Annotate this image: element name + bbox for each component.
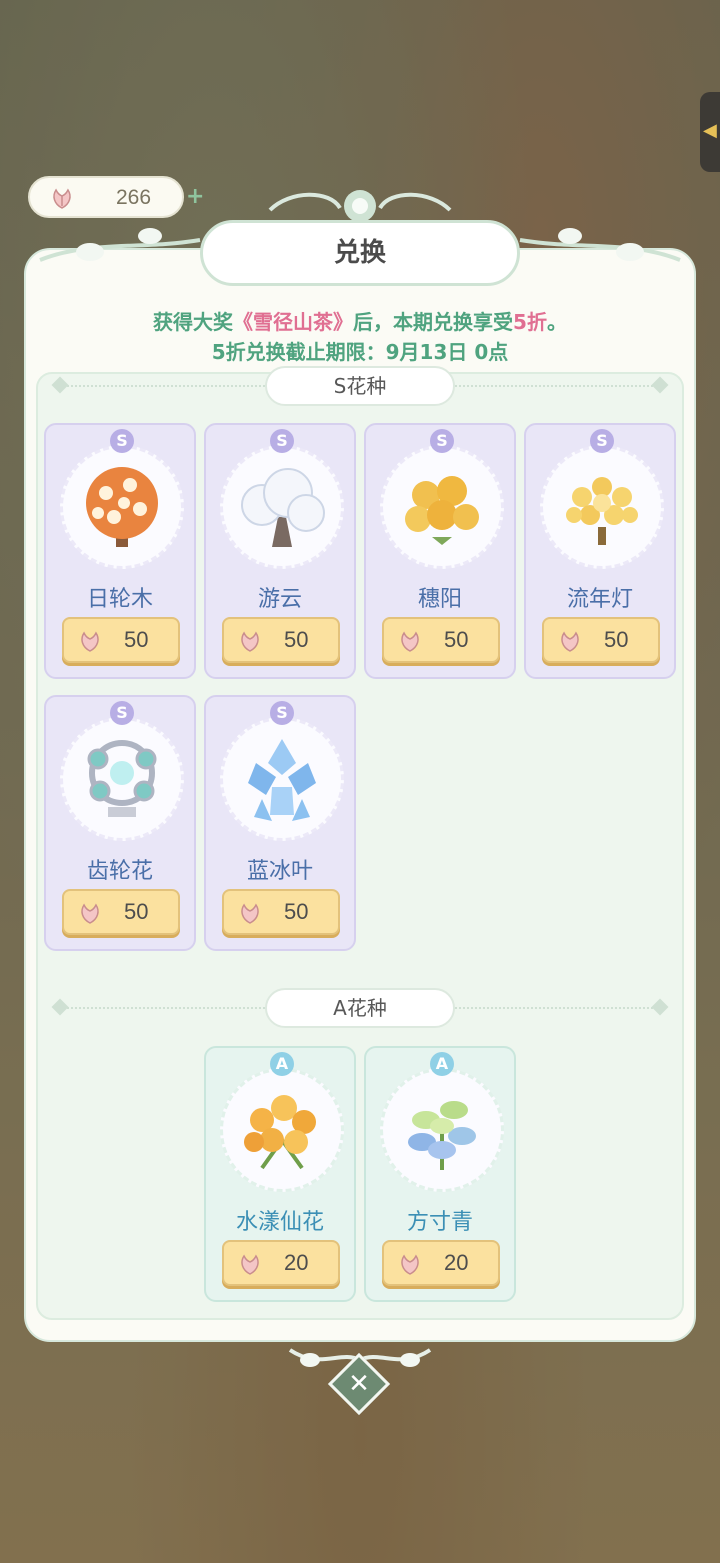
item-name: 方寸青: [406, 1210, 473, 1235]
divider-dot: [51, 376, 69, 394]
dialog-title-plaque: 兑换: [200, 220, 520, 286]
seed-card-chilunhua[interactable]: S 齿轮花 50: [44, 695, 196, 951]
flower-token-icon: [241, 903, 259, 924]
seed-card-suiyang[interactable]: S 穗阳 50: [364, 423, 516, 679]
flower-token-icon: [561, 631, 579, 652]
price-value: 50: [284, 899, 309, 924]
grade-badge: A: [430, 1052, 454, 1076]
notice-mid: 后，本期兑换享受: [353, 310, 514, 334]
price-button[interactable]: 50: [62, 617, 180, 663]
grade-badge: S: [110, 429, 134, 453]
price-button[interactable]: 50: [222, 617, 340, 663]
grade-badge: S: [590, 429, 614, 453]
daffodil-bush-icon: [244, 1095, 316, 1170]
divider-dot: [651, 376, 669, 394]
section-title-s: S花种: [265, 366, 455, 406]
seed-card-rilunmu[interactable]: S 日轮木 50: [44, 423, 196, 679]
notice-suffix: 。: [546, 310, 567, 334]
deadline-notice: 5折兑换截止期限：9月13日 0点: [211, 340, 509, 364]
section-header-a: A花种: [50, 988, 670, 1028]
gear-flower-icon: [87, 740, 157, 817]
price-button[interactable]: 50: [542, 617, 660, 663]
cloud-tree-icon: [241, 468, 325, 547]
price-value: 20: [444, 1250, 469, 1275]
section-header-s: S花种: [50, 366, 670, 406]
dialog-title: 兑换: [333, 238, 386, 268]
grade-badge: S: [110, 701, 134, 725]
flower-token-icon: [401, 1254, 419, 1275]
side-menu-arrow[interactable]: ◀: [700, 92, 720, 172]
grade-badge: S: [270, 429, 294, 453]
price-button[interactable]: 20: [382, 1240, 500, 1286]
flower-token-icon: [241, 631, 259, 652]
notice-discount: 5折: [513, 310, 547, 334]
item-name: 流年灯: [566, 587, 633, 612]
price-button[interactable]: 50: [62, 889, 180, 935]
notice-prize: 《雪径山茶》: [233, 310, 354, 334]
price-value: 50: [124, 899, 149, 924]
flower-token-icon: [241, 1254, 259, 1275]
grade-badge: A: [270, 1052, 294, 1076]
item-name: 水漾仙花: [235, 1210, 324, 1235]
price-value: 20: [284, 1250, 309, 1275]
seed-card-lanbingye[interactable]: S 蓝冰叶 50: [204, 695, 356, 951]
item-name: 齿轮花: [86, 859, 153, 884]
price-value: 50: [604, 627, 629, 652]
item-name: 游云: [257, 587, 302, 612]
lantern-tree-icon: [566, 477, 638, 545]
green-bush-icon: [408, 1101, 476, 1170]
seed-card-shuiyangxianhua[interactable]: A 水漾仙花 20: [204, 1046, 356, 1302]
flower-token-icon: [81, 903, 99, 924]
ice-leaf-icon: [248, 739, 316, 821]
golden-bush-icon: [405, 476, 479, 545]
price-value: 50: [124, 627, 149, 652]
grade-badge: S: [270, 701, 294, 725]
seed-card-liuniandeng[interactable]: S 流年灯 50: [524, 423, 676, 679]
flower-token-icon: [81, 631, 99, 652]
section-title-a: A花种: [265, 988, 455, 1028]
item-name: 日轮木: [86, 587, 153, 612]
notice-prefix: 获得大奖: [153, 310, 234, 334]
price-value: 50: [284, 627, 309, 652]
price-button[interactable]: 50: [382, 617, 500, 663]
seed-card-fangcunqing[interactable]: A 方寸青 20: [364, 1046, 516, 1302]
divider-dot: [51, 998, 69, 1016]
grade-badge: S: [430, 429, 454, 453]
price-button[interactable]: 50: [222, 889, 340, 935]
close-icon[interactable]: ✕: [337, 1362, 381, 1406]
divider-dot: [651, 998, 669, 1016]
item-name: 穗阳: [417, 587, 462, 612]
orange-tree-icon: [86, 467, 158, 547]
flower-token-icon: [401, 631, 419, 652]
item-name: 蓝冰叶: [246, 859, 313, 884]
price-button[interactable]: 20: [222, 1240, 340, 1286]
chevron-left-icon: ◀: [703, 120, 717, 141]
seed-card-youyun[interactable]: S 游云 50: [204, 423, 356, 679]
discount-notice: 获得大奖《雪径山茶》后，本期兑换享受5折。: [0, 306, 720, 335]
price-value: 50: [444, 627, 469, 652]
